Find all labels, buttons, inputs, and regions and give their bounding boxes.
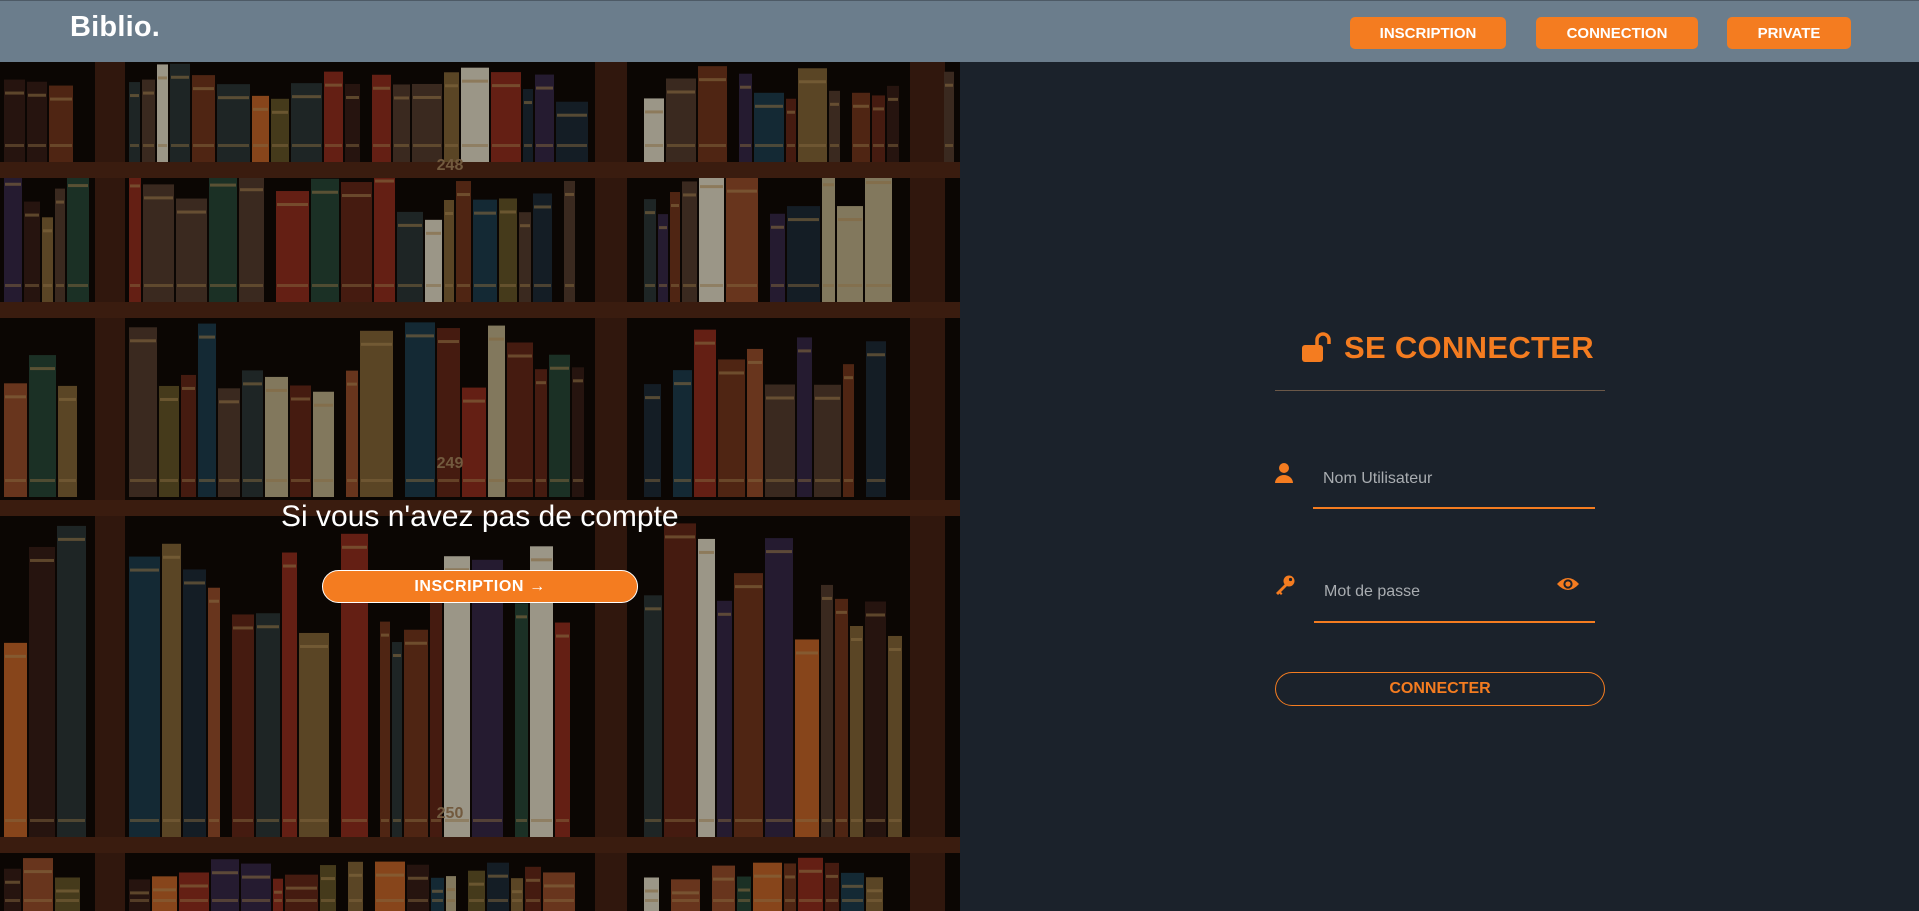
user-icon [1275,463,1293,483]
nav-inscription-button[interactable]: INSCRIPTION [1350,17,1506,49]
bookshelf-hero: 248 249 250 [0,62,960,911]
login-heading: SE CONNECTER [1300,330,1594,366]
hero-overlay [0,62,960,911]
username-input[interactable] [1313,450,1595,509]
key-icon [1276,575,1295,595]
top-nav-bar: Biblio. INSCRIPTION CONNECTION PRIVATE [0,0,1919,62]
title-divider [1275,390,1605,391]
unlock-icon [1302,332,1331,362]
connect-button[interactable]: CONNECTER [1275,672,1605,706]
password-input[interactable] [1314,562,1595,623]
eye-icon[interactable] [1556,574,1580,594]
site-logo[interactable]: Biblio. [70,11,160,44]
nav-private-button[interactable]: PRIVATE [1727,17,1851,49]
hero-tagline: Si vous n'avez pas de compte [281,500,679,533]
login-title-text: SE CONNECTER [1344,330,1594,365]
hero-inscription-button[interactable]: INSCRIPTION → [322,570,638,603]
nav-connection-button[interactable]: CONNECTION [1536,17,1698,49]
